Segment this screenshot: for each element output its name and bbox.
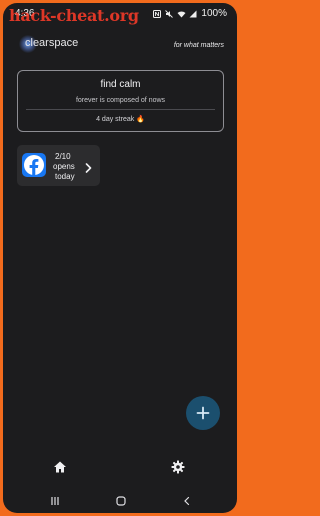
bottom-nav <box>3 455 237 479</box>
settings-icon[interactable] <box>171 460 185 474</box>
wifi-icon <box>177 10 186 18</box>
app-screen: 4:36 hack-cheat.org 100% clearspace for … <box>3 3 237 513</box>
battery-percent: 100% <box>201 8 227 19</box>
status-bar: 4:36 hack-cheat.org 100% <box>3 3 237 25</box>
tagline: for what matters <box>173 42 224 49</box>
signal-icon <box>189 10 197 18</box>
home-circle-icon[interactable] <box>116 493 126 511</box>
watermark: hack-cheat.org <box>9 6 139 25</box>
system-nav <box>3 489 237 509</box>
back-icon[interactable] <box>182 493 192 511</box>
status-right: 100% <box>153 8 227 19</box>
facebook-icon <box>22 153 46 177</box>
app-header: clearspace for what matters <box>3 33 237 61</box>
chevron-right-icon <box>85 160 92 178</box>
app-tile-facebook[interactable]: 2/10 opens today <box>17 145 100 186</box>
card-subtitle: forever is composed of nows <box>75 97 166 104</box>
mute-icon <box>165 9 174 18</box>
calm-card[interactable]: find calm forever is composed of nows 4 … <box>17 70 224 132</box>
nfc-icon <box>153 9 162 18</box>
recent-apps-icon[interactable] <box>50 493 60 511</box>
app-logo: clearspace <box>25 37 79 49</box>
opens-label: opens <box>53 162 75 171</box>
home-icon[interactable] <box>53 460 67 474</box>
card-title: find calm <box>100 79 141 90</box>
opens-count: 2/10 <box>55 152 71 161</box>
add-app-button[interactable] <box>186 396 220 430</box>
plus-icon <box>196 406 210 420</box>
card-divider <box>26 109 215 110</box>
today-label: today <box>55 172 75 181</box>
streak-label: 4 day streak 🔥 <box>96 116 145 123</box>
